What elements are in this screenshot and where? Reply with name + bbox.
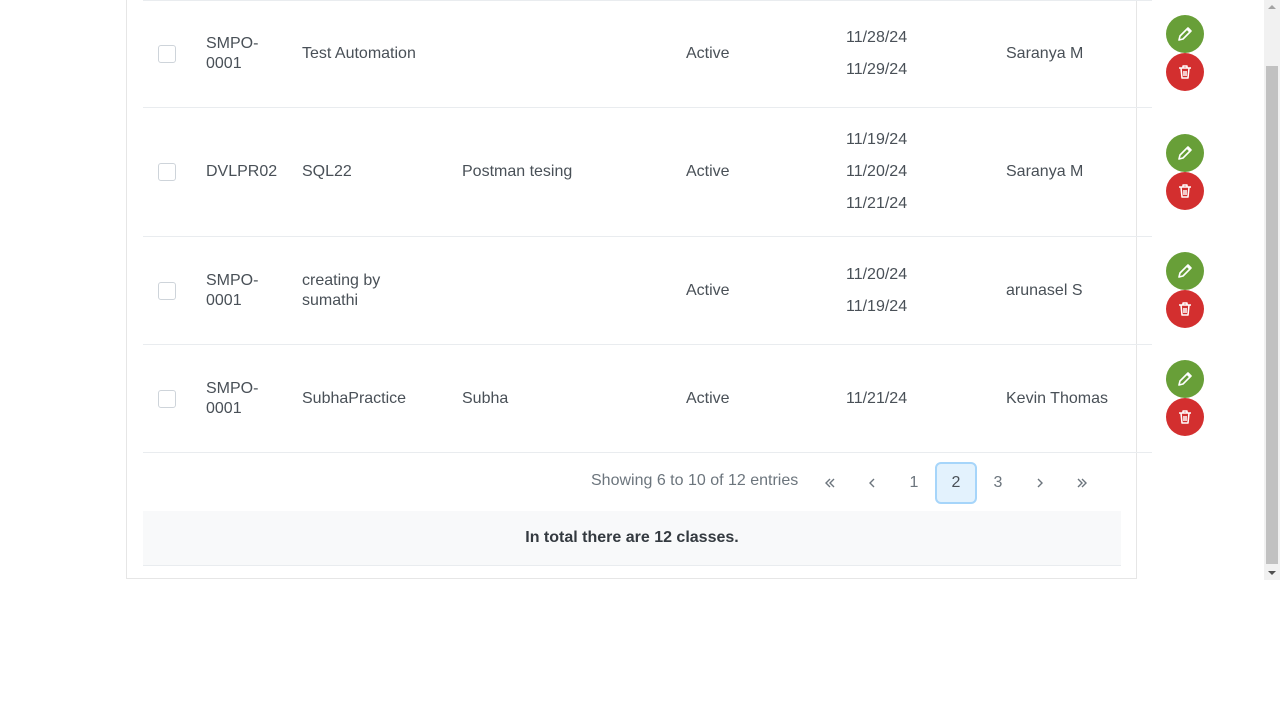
cell-code: SMPO- 0001 (206, 237, 286, 344)
cell-name-text: creating by sumathi (302, 271, 381, 309)
page-button-1[interactable]: 1 (893, 462, 935, 504)
scroll-down-arrow-icon[interactable] (1264, 566, 1280, 580)
cell-description (462, 1, 662, 107)
double-chevron-left-icon (825, 478, 835, 488)
edit-button[interactable] (1166, 360, 1204, 398)
cell-dates: 11/28/24 11/29/24 (846, 1, 966, 107)
edit-button[interactable] (1166, 133, 1204, 172)
first-page-button[interactable] (809, 462, 851, 504)
cell-name: SQL22 (302, 108, 452, 236)
cell-owner: arunasel S (1006, 237, 1146, 344)
chevron-left-icon (869, 478, 875, 488)
cell-code-text: DVLPR02 (206, 163, 278, 180)
last-page-button[interactable] (1061, 462, 1103, 504)
vertical-scrollbar[interactable] (1264, 0, 1280, 580)
cell-description-text: Postman tesing (462, 163, 573, 180)
page-button-3[interactable]: 3 (977, 462, 1019, 504)
cell-code: SMPO- 0001 (206, 345, 286, 452)
trash-icon (1179, 410, 1191, 424)
cell-status-text: Active (686, 281, 730, 299)
checkbox[interactable] (158, 163, 176, 181)
cell-code-text: SMPO- 0001 (206, 35, 259, 72)
cell-name: creating by sumathi (302, 237, 452, 344)
prev-page-button[interactable] (851, 462, 893, 504)
cell-name: SubhaPractice (302, 345, 452, 452)
cell-description: Postman tesing (462, 108, 662, 236)
delete-button[interactable] (1166, 53, 1204, 91)
row-checkbox[interactable] (158, 237, 178, 344)
checkbox[interactable] (158, 389, 176, 408)
date-value: 11/19/24 (846, 297, 908, 315)
cell-owner-text: Saranya M (1006, 45, 1084, 62)
delete-button[interactable] (1166, 290, 1204, 328)
cell-name-text: SubhaPractice (302, 389, 407, 407)
date-value: 11/20/24 (846, 163, 908, 180)
cell-dates: 11/21/24 (846, 345, 966, 452)
cell-status-text: Active (686, 45, 730, 62)
next-page-button[interactable] (1019, 462, 1061, 504)
edit-button[interactable] (1166, 15, 1204, 53)
cell-status-text: Active (686, 163, 730, 180)
cell-owner: Saranya M (1006, 1, 1146, 107)
scrollbar-thumb[interactable] (1266, 66, 1278, 564)
table-row[interactable]: SMPO- 0001 creating by sumathi Active 11/20… (143, 237, 1152, 345)
scroll-up-arrow-icon[interactable] (1264, 0, 1280, 14)
chevron-right-icon (1037, 478, 1043, 488)
row-checkbox[interactable] (158, 345, 178, 452)
pencil-icon (1178, 264, 1192, 278)
date-value: 11/29/24 (846, 61, 908, 78)
table-row[interactable]: SMPO- 0001 Test Automation Active 11/28/24 1… (143, 0, 1152, 108)
table-body: SMPO- 0001 Test Automation Active 11/28/24 1… (143, 0, 1152, 453)
paginator-report: Showing 6 to 10 of 12 entries (591, 472, 799, 489)
table-footer: In total there are 12 classes. (143, 511, 1121, 566)
cell-status: Active (686, 1, 786, 107)
checkbox[interactable] (158, 45, 176, 63)
double-chevron-right-icon (1077, 478, 1087, 488)
cell-status: Active (686, 237, 786, 344)
date-value: 11/21/24 (846, 389, 908, 407)
cell-dates: 11/20/24 11/19/24 (846, 237, 966, 344)
cell-owner: Kevin Thomas (1006, 345, 1146, 452)
row-checkbox[interactable] (158, 1, 178, 107)
cell-description-text: Subha (462, 389, 509, 407)
cell-status: Active (686, 108, 786, 236)
cell-name-text: SQL22 (302, 163, 352, 180)
cell-code: DVLPR02 (206, 108, 286, 236)
cell-name: Test Automation (302, 1, 452, 107)
trash-icon (1179, 65, 1191, 79)
edit-button[interactable] (1166, 252, 1204, 290)
table-row[interactable]: SMPO- 0001 SubhaPractice Subha Active 11/21/… (143, 345, 1152, 453)
cell-code: SMPO- 0001 (206, 1, 286, 107)
cell-owner-text: arunasel S (1006, 281, 1083, 299)
delete-button[interactable] (1166, 398, 1204, 436)
cell-code-text: SMPO- 0001 (206, 379, 259, 417)
trash-icon (1179, 302, 1191, 316)
table-viewport: SMPO- 0001 Test Automation Active 11/28/24 1… (0, 0, 1264, 580)
cell-name-text: Test Automation (302, 45, 416, 62)
date-value: 11/28/24 (846, 29, 908, 46)
cell-code-text: SMPO- 0001 (206, 271, 259, 309)
pencil-icon (1178, 27, 1192, 41)
cell-owner-text: Kevin Thomas (1006, 389, 1108, 407)
cell-dates: 11/19/24 11/20/24 11/21/24 (846, 108, 966, 236)
checkbox[interactable] (158, 281, 176, 300)
paginator: Showing 6 to 10 of 12 entries 1 2 3 (143, 453, 1121, 511)
cell-status-text: Active (686, 389, 730, 407)
date-value: 11/20/24 (846, 265, 908, 283)
pencil-icon (1178, 145, 1192, 160)
cell-status: Active (686, 345, 786, 452)
cell-description: Subha (462, 345, 662, 452)
date-value: 11/21/24 (846, 195, 908, 212)
date-value: 11/19/24 (846, 131, 908, 148)
page-button-2[interactable]: 2 (935, 462, 977, 504)
pencil-icon (1178, 372, 1192, 386)
delete-button[interactable] (1166, 171, 1204, 210)
cell-owner-text: Saranya M (1006, 163, 1084, 180)
trash-icon (1179, 183, 1191, 198)
row-checkbox[interactable] (158, 108, 178, 236)
cell-owner: Saranya M (1006, 108, 1146, 236)
cell-description (462, 237, 662, 344)
table-row[interactable]: DVLPR02 SQL22 Postman tesing Active 11/19/24… (143, 108, 1152, 237)
